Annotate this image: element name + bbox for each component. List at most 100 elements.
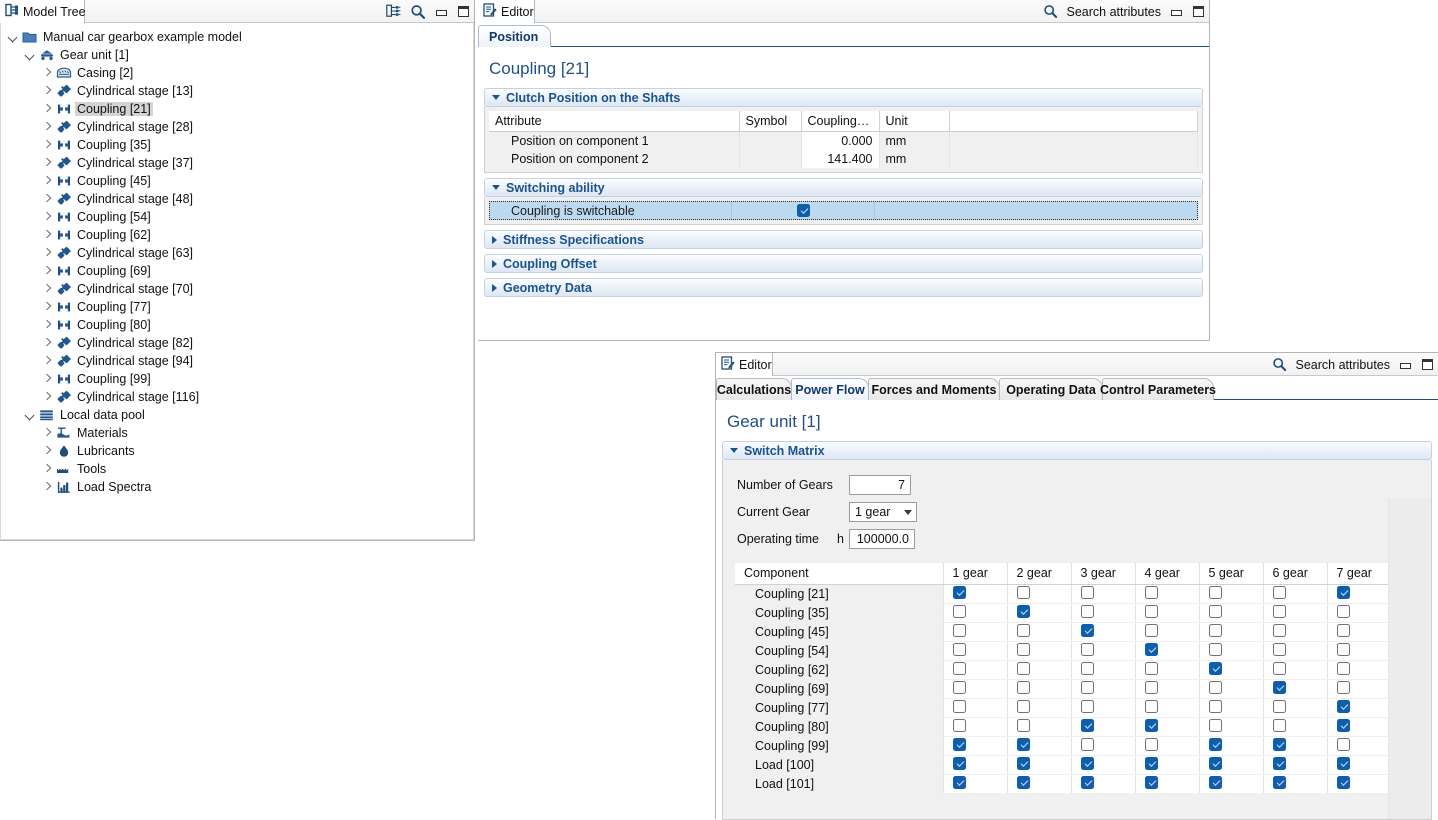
col-spare[interactable] [949, 111, 1198, 132]
checkbox-unchecked[interactable] [1081, 700, 1094, 713]
matrix-cell-gear-3[interactable] [1071, 661, 1135, 680]
tree-item-coupling-62[interactable]: Coupling [62] [1, 226, 473, 244]
checkbox-checked[interactable] [1273, 681, 1286, 694]
col-component[interactable]: Component [735, 563, 943, 585]
checkbox-unchecked[interactable] [1209, 586, 1222, 599]
matrix-cell-gear-1[interactable] [943, 623, 1007, 642]
chevron-right-icon[interactable] [39, 173, 55, 189]
tree-item-manual-car-gearbox-example-model[interactable]: Manual car gearbox example model [1, 28, 473, 46]
matrix-cell-gear-6[interactable] [1263, 604, 1327, 623]
checkbox-unchecked[interactable] [1209, 719, 1222, 732]
tree-item-coupling-99[interactable]: Coupling [99] [1, 370, 473, 388]
matrix-cell-gear-7[interactable] [1327, 642, 1391, 661]
matrix-cell-gear-6[interactable] [1263, 775, 1327, 794]
matrix-cell-gear-2[interactable] [1007, 642, 1071, 661]
matrix-cell-gear-6[interactable] [1263, 737, 1327, 756]
matrix-cell-gear-5[interactable] [1199, 604, 1263, 623]
section-stiffness-specifications-header[interactable]: Stiffness Specifications [484, 230, 1203, 249]
matrix-cell-gear-1[interactable] [943, 775, 1007, 794]
switchable-row[interactable]: Coupling is switchable [489, 201, 1198, 220]
matrix-cell-gear-6[interactable] [1263, 718, 1327, 737]
chevron-right-icon[interactable] [39, 281, 55, 297]
checkbox-unchecked[interactable] [1081, 662, 1094, 675]
checkbox-unchecked[interactable] [1081, 586, 1094, 599]
matrix-cell-gear-2[interactable] [1007, 661, 1071, 680]
checkbox-checked[interactable] [1273, 738, 1286, 751]
search-attributes-label[interactable]: Search attributes [1067, 5, 1162, 19]
tree-item-cylindrical-stage-116[interactable]: Cylindrical stage [116] [1, 388, 473, 406]
matrix-cell-gear-5[interactable] [1199, 756, 1263, 775]
chevron-down-icon[interactable] [22, 407, 38, 423]
checkbox-unchecked[interactable] [1273, 624, 1286, 637]
matrix-row[interactable]: Load [100] [735, 756, 1391, 775]
checkbox-unchecked[interactable] [1081, 681, 1094, 694]
matrix-cell-gear-3[interactable] [1071, 775, 1135, 794]
switchable-checkbox-cell[interactable] [732, 202, 875, 219]
operating-time-input[interactable] [849, 529, 915, 549]
tab-control-parameters[interactable]: Control Parameters [1102, 378, 1214, 400]
matrix-cell-gear-5[interactable] [1199, 680, 1263, 699]
checkbox-checked[interactable] [1017, 605, 1030, 618]
chevron-down-icon[interactable] [5, 29, 21, 45]
col-gear-4[interactable]: 4 gear [1135, 563, 1199, 585]
matrix-cell-gear-1[interactable] [943, 585, 1007, 604]
col-coupling[interactable]: Coupling [... [801, 111, 879, 132]
matrix-cell-gear-4[interactable] [1135, 604, 1199, 623]
checkbox-unchecked[interactable] [1273, 700, 1286, 713]
matrix-cell-gear-1[interactable] [943, 680, 1007, 699]
matrix-cell-gear-6[interactable] [1263, 756, 1327, 775]
matrix-cell-gear-3[interactable] [1071, 604, 1135, 623]
matrix-cell-gear-6[interactable] [1263, 585, 1327, 604]
checkbox-checked[interactable] [1145, 643, 1158, 656]
chevron-right-icon[interactable] [39, 155, 55, 171]
matrix-cell-gear-6[interactable] [1263, 699, 1327, 718]
checkbox-unchecked[interactable] [1081, 643, 1094, 656]
checkbox-checked[interactable] [953, 757, 966, 770]
checkbox-unchecked[interactable] [1081, 605, 1094, 618]
checkbox-unchecked[interactable] [1209, 643, 1222, 656]
cell-value[interactable]: 0.000 [801, 132, 879, 151]
col-gear-2[interactable]: 2 gear [1007, 563, 1071, 585]
checkbox-unchecked[interactable] [1145, 586, 1158, 599]
checkbox-unchecked[interactable] [1017, 700, 1030, 713]
tab-forces-and-moments[interactable]: Forces and Moments [868, 378, 1000, 400]
checkbox-unchecked[interactable] [1145, 681, 1158, 694]
tree-item-tools[interactable]: Tools [1, 460, 473, 478]
matrix-cell-gear-4[interactable] [1135, 585, 1199, 604]
chevron-right-icon[interactable] [39, 335, 55, 351]
checkbox-unchecked[interactable] [1337, 662, 1350, 675]
checkbox-unchecked[interactable] [1337, 681, 1350, 694]
chevron-right-icon[interactable] [39, 191, 55, 207]
tree-item-coupling-35[interactable]: Coupling [35] [1, 136, 473, 154]
matrix-row[interactable]: Coupling [62] [735, 661, 1391, 680]
checkbox-checked[interactable] [1081, 719, 1094, 732]
model-tree-body[interactable]: Manual car gearbox example modelGear uni… [0, 23, 474, 540]
matrix-cell-gear-7[interactable] [1327, 775, 1391, 794]
matrix-cell-gear-1[interactable] [943, 604, 1007, 623]
chevron-right-icon[interactable] [39, 317, 55, 333]
checkbox-checked[interactable] [1017, 757, 1030, 770]
matrix-row[interactable]: Coupling [69] [735, 680, 1391, 699]
checkbox-unchecked[interactable] [953, 681, 966, 694]
matrix-cell-gear-5[interactable] [1199, 623, 1263, 642]
chevron-right-icon[interactable] [39, 389, 55, 405]
matrix-cell-gear-3[interactable] [1071, 756, 1135, 775]
col-gear-5[interactable]: 5 gear [1199, 563, 1263, 585]
chevron-right-icon[interactable] [39, 83, 55, 99]
checkbox-checked[interactable] [1081, 776, 1094, 789]
form-tab-position[interactable]: Position [478, 25, 551, 47]
tab-calculations[interactable]: Calculations [716, 378, 792, 400]
tree-item-local-data-pool[interactable]: Local data pool [1, 406, 473, 424]
maximize-icon[interactable] [457, 5, 470, 18]
table-row[interactable]: Position on component 10.000mm [489, 132, 1198, 151]
matrix-cell-gear-6[interactable] [1263, 680, 1327, 699]
col-attribute[interactable]: Attribute [489, 111, 739, 132]
tab-editor-bottom[interactable]: Editor [716, 353, 773, 376]
minimize-icon[interactable] [1170, 5, 1183, 18]
chevron-right-icon[interactable] [39, 245, 55, 261]
tree-item-cylindrical-stage-13[interactable]: Cylindrical stage [13] [1, 82, 473, 100]
checkbox-unchecked[interactable] [1145, 624, 1158, 637]
matrix-cell-gear-4[interactable] [1135, 718, 1199, 737]
matrix-cell-gear-5[interactable] [1199, 585, 1263, 604]
checkbox-unchecked[interactable] [953, 700, 966, 713]
